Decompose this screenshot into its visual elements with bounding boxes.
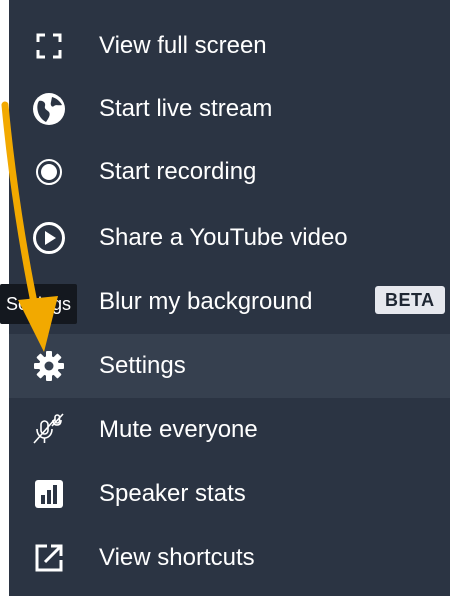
- menu-item-mute-everyone[interactable]: Mute everyone: [9, 398, 450, 462]
- beta-badge: BETA: [375, 286, 445, 314]
- record-icon: [31, 154, 67, 190]
- menu-item-label: Share a YouTube video: [99, 224, 348, 251]
- menu-item-label: Mute everyone: [99, 416, 258, 443]
- menu-item-label: View full screen: [99, 32, 267, 59]
- fullscreen-icon: [31, 28, 67, 64]
- stats-icon: [31, 476, 67, 512]
- menu-item-label: Start recording: [99, 158, 257, 185]
- shortcuts-icon: [31, 540, 67, 576]
- live-stream-icon: [31, 91, 67, 127]
- menu-item-view-shortcuts[interactable]: View shortcuts: [9, 526, 450, 590]
- menu-item-view-full-screen[interactable]: View full screen: [9, 14, 450, 78]
- menu-item-speaker-stats[interactable]: Speaker stats: [9, 462, 450, 526]
- gear-icon: [31, 348, 67, 384]
- screenshot-stage: View full screen Start live stream Start…: [0, 0, 450, 601]
- menu-item-settings[interactable]: Settings: [9, 334, 450, 398]
- menu-item-label: Settings: [99, 352, 186, 379]
- menu-item-label: Speaker stats: [99, 480, 246, 507]
- play-circle-icon: [31, 220, 67, 256]
- mute-everyone-icon: [31, 412, 67, 448]
- menu-item-start-live-stream[interactable]: Start live stream: [9, 77, 450, 141]
- menu-item-label: View shortcuts: [99, 544, 255, 571]
- menu-item-label: Blur my background: [99, 288, 313, 315]
- settings-tooltip: Settings: [0, 284, 78, 324]
- menu-item-share-youtube-video[interactable]: Share a YouTube video: [9, 206, 450, 270]
- menu-item-start-recording[interactable]: Start recording: [9, 140, 450, 204]
- menu-item-label: Start live stream: [99, 95, 273, 122]
